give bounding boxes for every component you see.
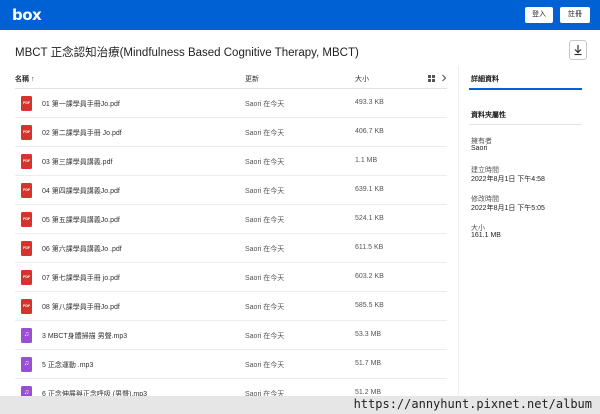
file-updated: Saori 在今天: [245, 275, 285, 282]
tab-details[interactable]: 詳細資料: [471, 74, 499, 84]
pdf-file-icon: PDF: [21, 183, 32, 198]
file-row[interactable]: PDF 07 第七課學員手冊 jo.pdf Saori 在今天 603.2 KB: [15, 263, 447, 292]
section-divider: [469, 124, 582, 125]
sort-ascending-icon: ↑: [30, 76, 35, 83]
file-size: 51.7 MB: [355, 360, 382, 367]
audio-file-icon: ♫: [21, 357, 32, 372]
file-row[interactable]: ♫ 3 MBCT身體掃描 男聲.mp3 Saori 在今天 53.3 MB: [15, 321, 447, 350]
chevron-right-icon[interactable]: [441, 74, 447, 82]
folder-title: MBCT 正念認知治療(Mindfulness Based Cognitive …: [15, 47, 359, 59]
file-name[interactable]: 07 第七課學員手冊 jo.pdf: [42, 273, 120, 283]
file-size: 51.2 MB: [355, 389, 382, 396]
file-type-label: PDF: [23, 304, 30, 308]
file-updated: Saori 在今天: [245, 130, 285, 137]
file-updated: Saori 在今天: [245, 362, 285, 369]
watermark-bar: https://annyhunt.pixnet.net/album: [0, 396, 600, 414]
file-updated: Saori 在今天: [245, 101, 285, 108]
file-type-label: PDF: [23, 217, 30, 221]
file-size: 603.2 KB: [355, 273, 384, 280]
file-updated: Saori 在今天: [245, 304, 285, 311]
audio-file-icon: ♫: [21, 328, 32, 343]
box-logo[interactable]: box: [12, 6, 42, 24]
file-updated: Saori 在今天: [245, 188, 285, 195]
file-size: 639.1 KB: [355, 186, 384, 193]
file-name[interactable]: 5 正念運動 .mp3: [42, 360, 93, 370]
download-icon: [574, 45, 582, 56]
column-header-name[interactable]: 名稱 ↑: [15, 74, 34, 84]
file-updated: Saori 在今天: [245, 246, 285, 253]
file-name[interactable]: 08 第八課學員手冊Jo.pdf: [42, 302, 120, 312]
folder-properties-heading: 資料夾屬性: [471, 112, 506, 119]
file-size: 611.5 KB: [355, 244, 384, 251]
top-navigation-bar: box 登入 註冊: [0, 0, 600, 30]
file-type-label: ♫: [23, 331, 30, 338]
sidebar-divider: [458, 66, 459, 396]
column-header-name-label: 名稱: [15, 76, 29, 83]
file-row[interactable]: ♫ 5 正念運動 .mp3 Saori 在今天 51.7 MB: [15, 350, 447, 379]
created-value: 2022年8月1日 下午4:58: [471, 176, 545, 183]
file-type-label: PDF: [23, 130, 30, 134]
file-name[interactable]: 3 MBCT身體掃描 男聲.mp3: [42, 331, 127, 341]
grid-view-icon[interactable]: [428, 75, 435, 82]
file-name[interactable]: 05 第五課學員講義Jo.pdf: [42, 215, 120, 225]
login-button[interactable]: 登入: [525, 7, 553, 23]
file-row[interactable]: PDF 02 第二課學員手冊 Jo.pdf Saori 在今天 406.7 KB: [15, 118, 447, 147]
file-row[interactable]: PDF 05 第五課學員講義Jo.pdf Saori 在今天 524.1 KB: [15, 205, 447, 234]
register-button[interactable]: 註冊: [560, 7, 590, 23]
pdf-file-icon: PDF: [21, 154, 32, 169]
pdf-file-icon: PDF: [21, 270, 32, 285]
column-header-updated[interactable]: 更新: [245, 74, 259, 84]
file-size: 585.5 KB: [355, 302, 384, 309]
file-type-label: PDF: [23, 159, 30, 163]
active-tab-indicator: [469, 88, 582, 90]
download-button[interactable]: [569, 40, 587, 60]
file-size: 524.1 KB: [355, 215, 384, 222]
file-row[interactable]: PDF 04 第四課學員講義Jo.pdf Saori 在今天 639.1 KB: [15, 176, 447, 205]
column-header-size[interactable]: 大小: [355, 74, 369, 84]
file-updated: Saori 在今天: [245, 333, 285, 340]
file-type-label: ♫: [23, 360, 30, 367]
file-size: 53.3 MB: [355, 331, 382, 338]
file-name[interactable]: 06 第六課學員講義Jo .pdf: [42, 244, 122, 254]
file-type-label: PDF: [23, 246, 30, 250]
file-row[interactable]: PDF 08 第八課學員手冊Jo.pdf Saori 在今天 585.5 KB: [15, 292, 447, 321]
file-name[interactable]: 04 第四課學員講義Jo.pdf: [42, 186, 120, 196]
file-type-label: PDF: [23, 101, 30, 105]
watermark-url: https://annyhunt.pixnet.net/album: [353, 397, 592, 411]
file-name[interactable]: 01 第一課學員手冊Jo.pdf: [42, 99, 120, 109]
file-updated: Saori 在今天: [245, 159, 285, 166]
modified-value: 2022年8月1日 下午5:05: [471, 205, 545, 212]
file-size: 406.7 KB: [355, 128, 384, 135]
file-name[interactable]: 03 第三課學員講義.pdf: [42, 157, 112, 167]
file-size: 1.1 MB: [355, 157, 378, 164]
pdf-file-icon: PDF: [21, 212, 32, 227]
file-row[interactable]: PDF 06 第六課學員講義Jo .pdf Saori 在今天 611.5 KB: [15, 234, 447, 263]
file-type-label: PDF: [23, 275, 30, 279]
file-updated: Saori 在今天: [245, 217, 285, 224]
pdf-file-icon: PDF: [21, 299, 32, 314]
pdf-file-icon: PDF: [21, 125, 32, 140]
file-row[interactable]: PDF 01 第一課學員手冊Jo.pdf Saori 在今天 493.3 KB: [15, 89, 447, 118]
file-row[interactable]: PDF 03 第三課學員講義.pdf Saori 在今天 1.1 MB: [15, 147, 447, 176]
size-value: 161.1 MB: [471, 232, 501, 239]
file-name[interactable]: 02 第二課學員手冊 Jo.pdf: [42, 128, 122, 138]
file-size: 493.3 KB: [355, 99, 384, 106]
pdf-file-icon: PDF: [21, 241, 32, 256]
pdf-file-icon: PDF: [21, 96, 32, 111]
file-type-label: PDF: [23, 188, 30, 192]
owner-value: Saori: [471, 145, 488, 152]
